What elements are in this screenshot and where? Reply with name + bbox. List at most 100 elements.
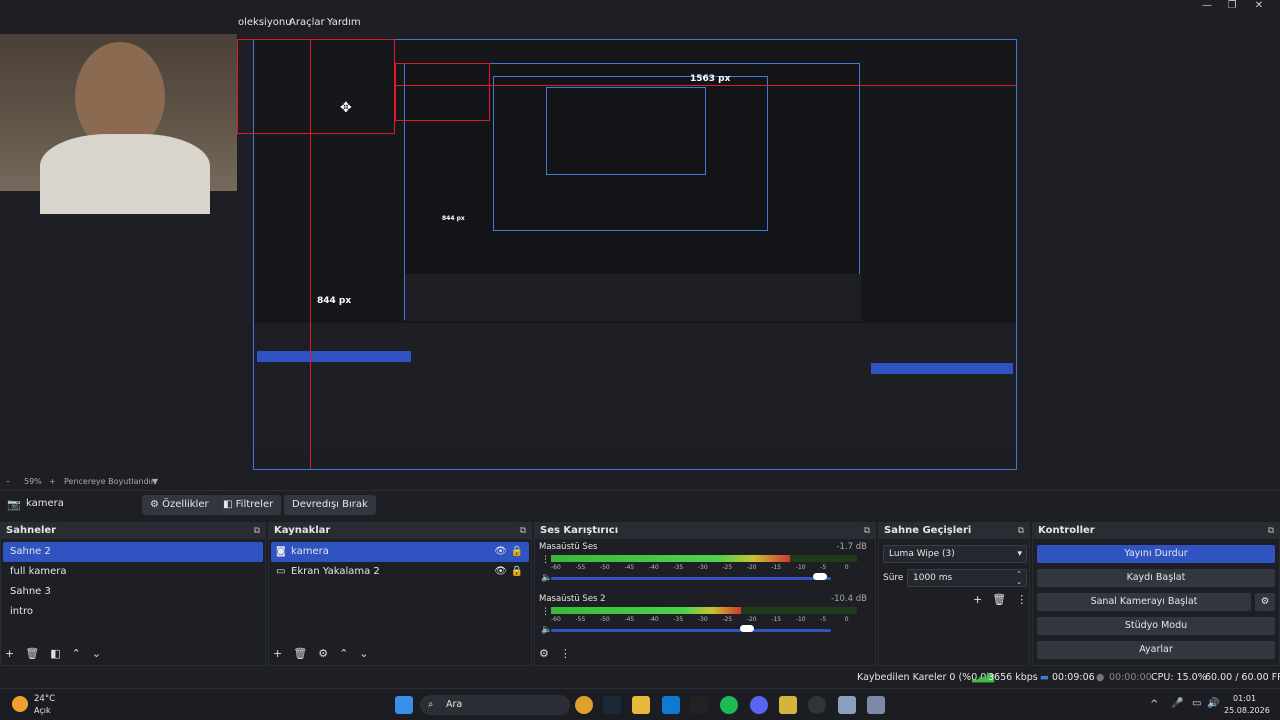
trash-icon[interactable]: 🗑 bbox=[293, 647, 307, 661]
resize-to-window[interactable]: Pencereye Boyutlandır bbox=[64, 477, 154, 486]
minimize-button[interactable]: — bbox=[1196, 0, 1218, 14]
stream-icon: ▬ bbox=[1040, 672, 1049, 683]
vcam-gear-icon[interactable]: ⚙ bbox=[1255, 593, 1275, 611]
chevron-up-icon[interactable]: ^ bbox=[1150, 699, 1158, 710]
preview-area[interactable]: 1563 px 844 px 844 px ✥ bbox=[0, 34, 1280, 474]
menu-scene-collection[interactable]: oleksiyonu bbox=[238, 17, 292, 28]
studio-mode-button[interactable]: Stüdyo Modu bbox=[1037, 617, 1275, 635]
scene-item[interactable]: Sahne 2 bbox=[3, 542, 263, 562]
spotify-icon[interactable] bbox=[720, 696, 738, 714]
temperature: 24°C bbox=[34, 694, 56, 704]
dock-float-icon[interactable]: ⧉ bbox=[864, 523, 870, 539]
dock-float-icon[interactable]: ⧉ bbox=[1268, 523, 1274, 539]
maximize-button[interactable]: ❐ bbox=[1221, 0, 1243, 14]
scene-item[interactable]: full kamera bbox=[3, 562, 263, 582]
dock-float-icon[interactable]: ⧉ bbox=[520, 523, 526, 539]
scale-tick: -40 bbox=[648, 564, 659, 571]
chevron-up-icon[interactable]: ⌃ bbox=[339, 647, 348, 661]
mixer-track: Masaüstü Ses 2 -10.4 dB ⋮ -60 -55 -50 -45 -4… bbox=[535, 591, 875, 643]
add-icon[interactable]: + bbox=[973, 593, 982, 606]
resize-dropdown-icon[interactable]: ▼ bbox=[152, 477, 158, 486]
app-icon[interactable] bbox=[779, 696, 797, 714]
eye-icon[interactable]: 👁 bbox=[494, 562, 507, 582]
dock-float-icon[interactable]: ⧉ bbox=[254, 523, 260, 539]
search-icon: ⌕ bbox=[428, 699, 434, 710]
obs-icon[interactable] bbox=[808, 696, 826, 714]
volume-slider[interactable] bbox=[551, 625, 831, 632]
zoom-in-button[interactable]: + bbox=[49, 477, 56, 486]
transition-select[interactable]: Luma Wipe (3) ▾ bbox=[883, 545, 1027, 563]
discord-icon[interactable] bbox=[750, 696, 768, 714]
network-icon[interactable]: ▭ bbox=[1192, 698, 1201, 709]
volume-knob[interactable] bbox=[740, 625, 754, 632]
source-toolbar: 📷 kamera ⚙ Özellikler ◧ Filtreler Devred… bbox=[0, 490, 1280, 518]
add-icon[interactable]: + bbox=[273, 647, 282, 661]
lock-icon[interactable]: 🔒 bbox=[511, 562, 523, 582]
volume-slider[interactable] bbox=[551, 573, 831, 580]
clock-date[interactable]: 25.08.2026 bbox=[1224, 706, 1270, 715]
menu-icon[interactable]: ⋮ bbox=[1016, 593, 1027, 606]
trash-icon[interactable]: 🗑 bbox=[25, 647, 39, 661]
bitrate: 3656 kbps bbox=[988, 672, 1038, 683]
camera-icon: ◙ bbox=[276, 546, 286, 557]
spin-icon[interactable]: ⌃ ⌄ bbox=[1016, 570, 1022, 586]
scale-tick: -55 bbox=[575, 616, 586, 623]
chevron-down-icon[interactable]: ⌄ bbox=[92, 647, 101, 661]
microphone-icon[interactable]: 🎤 bbox=[1171, 698, 1183, 709]
scene-item[interactable]: intro bbox=[3, 602, 263, 622]
sources-title: Kaynaklar bbox=[274, 525, 331, 536]
store-icon[interactable] bbox=[662, 696, 680, 714]
start-record-button[interactable]: Kaydı Başlat bbox=[1037, 569, 1275, 587]
gear-icon[interactable]: ⚙ bbox=[318, 647, 328, 661]
settings-button[interactable]: Ayarlar bbox=[1037, 641, 1275, 659]
search-box[interactable]: ⌕ Ara bbox=[420, 695, 570, 715]
gear-icon[interactable]: ⚙ bbox=[539, 647, 549, 661]
trash-icon[interactable]: 🗑 bbox=[992, 593, 1006, 606]
chevron-up-icon[interactable]: ⌃ bbox=[72, 647, 81, 661]
filter-icon[interactable]: ◧ bbox=[50, 647, 60, 661]
camera-app-icon[interactable] bbox=[838, 696, 856, 714]
scenes-header: Sahneler ⧉ bbox=[1, 523, 265, 539]
chevron-down-icon[interactable]: ⌄ bbox=[359, 647, 368, 661]
menu-icon[interactable]: ⋮ bbox=[560, 647, 571, 661]
obs-window: — ❐ ✕ oleksiyonu Araçlar Yardım 1563 px … bbox=[0, 0, 1280, 720]
volume-knob[interactable] bbox=[812, 573, 827, 580]
eye-icon[interactable]: 👁 bbox=[494, 542, 507, 562]
zoom-out-button[interactable]: – bbox=[6, 477, 10, 486]
properties-button[interactable]: ⚙ Özellikler bbox=[142, 495, 217, 515]
track-menu-icon[interactable]: ⋮ bbox=[541, 555, 550, 565]
folder-icon[interactable] bbox=[632, 696, 650, 714]
menu-help[interactable]: Yardım bbox=[327, 17, 361, 28]
close-button[interactable]: ✕ bbox=[1248, 0, 1270, 14]
scale-tick: -45 bbox=[624, 564, 635, 571]
filters-button[interactable]: ◧ Filtreler bbox=[215, 495, 282, 515]
selection-box[interactable] bbox=[237, 39, 395, 134]
track-menu-icon[interactable]: ⋮ bbox=[541, 607, 550, 617]
menu-tools[interactable]: Araçlar bbox=[289, 17, 325, 28]
epic-icon[interactable] bbox=[690, 696, 708, 714]
scale-tick: -40 bbox=[648, 616, 659, 623]
scale-tick: -50 bbox=[599, 564, 610, 571]
add-icon[interactable]: + bbox=[5, 647, 14, 661]
steam-icon[interactable] bbox=[603, 696, 621, 714]
settings-app-icon[interactable] bbox=[867, 696, 885, 714]
dock-float-icon[interactable]: ⧉ bbox=[1018, 523, 1024, 539]
weather-icon[interactable] bbox=[12, 696, 28, 712]
scale-tick: -30 bbox=[697, 564, 708, 571]
volume-icon[interactable]: 🔊 bbox=[1207, 698, 1219, 709]
start-vcam-button[interactable]: Sanal Kamerayı Başlat bbox=[1037, 593, 1251, 611]
deactivate-button[interactable]: Devredışı Bırak bbox=[284, 495, 376, 515]
source-item-kamera[interactable]: ◙ kamera 👁 🔒 bbox=[271, 542, 529, 562]
scene-item[interactable]: Sahne 3 bbox=[3, 582, 263, 602]
clock-time[interactable]: 01:01 bbox=[1233, 694, 1256, 703]
duration-input[interactable]: 1000 ms ⌃ ⌄ bbox=[907, 569, 1027, 587]
source-label: Ekran Yakalama 2 bbox=[291, 566, 380, 577]
chrome-icon[interactable] bbox=[575, 696, 593, 714]
filter-icon: ◧ bbox=[223, 499, 236, 510]
source-label: kamera bbox=[291, 546, 329, 557]
source-item-screen[interactable]: ▭ Ekran Yakalama 2 👁 🔒 bbox=[271, 562, 529, 582]
lock-icon[interactable]: 🔒 bbox=[511, 542, 523, 562]
start-icon[interactable] bbox=[395, 696, 413, 714]
controls-header: Kontroller ⧉ bbox=[1033, 523, 1279, 539]
stop-stream-button[interactable]: Yayını Durdur bbox=[1037, 545, 1275, 563]
